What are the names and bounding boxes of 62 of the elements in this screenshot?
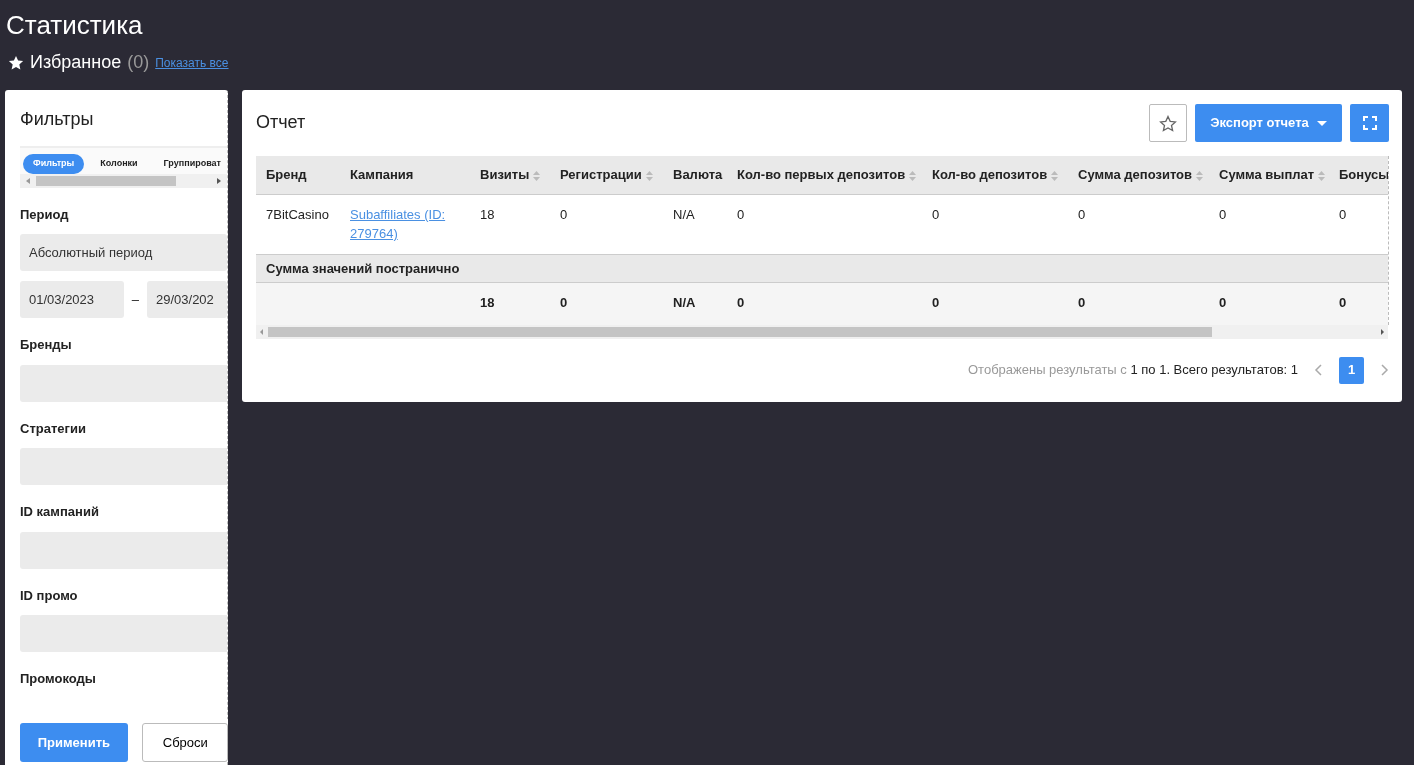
panel-title: Отчет	[256, 112, 306, 134]
total-cell: 18	[470, 282, 550, 325]
total-cell: 0	[727, 282, 922, 325]
period-select[interactable]: Абсолютный период	[20, 234, 227, 272]
column-header: Бонусы	[1339, 167, 1388, 183]
sort-icon[interactable]	[645, 170, 653, 181]
table-cell: 0	[1068, 194, 1209, 255]
sort-icon[interactable]	[1051, 170, 1059, 181]
field-label: ID промо	[20, 586, 79, 605]
results-summary: Отображены результаты с 1 по 1. Всего результатов: 1	[968, 361, 1298, 380]
next-page-button[interactable]	[1380, 364, 1389, 377]
table-cell: 0	[1329, 194, 1388, 255]
favorites-label: Избранное	[30, 51, 122, 75]
sort-icon[interactable]	[1196, 170, 1204, 181]
panel-title: Фильтры	[20, 108, 95, 132]
total-cell: 0	[1068, 282, 1209, 325]
reset-button[interactable]: Сброси	[141, 723, 228, 763]
filter-tab[interactable]: Группироват	[153, 154, 227, 174]
field-label: Период	[20, 205, 70, 224]
date-field[interactable]: 01/03/2023	[20, 281, 124, 319]
field-label: Бренды	[20, 336, 73, 355]
table-cell: N/A	[663, 194, 727, 255]
prev-page-button[interactable]	[1314, 364, 1323, 377]
table-cell: 0	[1209, 194, 1329, 255]
total-cell: 0	[1329, 282, 1388, 325]
star-icon	[1159, 114, 1177, 132]
fullscreen-button[interactable]	[1350, 104, 1389, 143]
input-field[interactable]	[20, 448, 227, 486]
total-cell: N/A	[663, 282, 727, 325]
field-label: ID кампаний	[20, 503, 100, 522]
table-cell: 0	[922, 194, 1068, 255]
range-dash: –	[131, 290, 139, 309]
sort-icon[interactable]	[909, 170, 917, 181]
caret-icon	[1316, 120, 1327, 126]
total-cell: 0	[922, 282, 1068, 325]
filter-tab[interactable]: Колонки	[90, 154, 148, 174]
table-cell: 7BitCasino	[256, 194, 340, 255]
field-label: Промокоды	[20, 670, 97, 689]
sort-icon[interactable]	[533, 170, 541, 181]
input-field[interactable]	[20, 364, 227, 402]
date-field[interactable]: 29/03/202	[147, 281, 227, 319]
column-header: Кампания	[350, 167, 414, 183]
column-header: Бренд	[266, 167, 307, 183]
show-all-link[interactable]: Показать все	[155, 53, 229, 72]
column-header: Валюта	[673, 167, 723, 183]
sort-icon[interactable]	[1318, 170, 1326, 181]
favorite-button[interactable]	[1149, 104, 1187, 143]
field-label: Стратегии	[20, 419, 87, 438]
total-cell: 0	[550, 282, 663, 325]
input-field[interactable]	[20, 531, 227, 569]
chevron-right-icon	[1380, 364, 1389, 377]
table-cell: 0	[727, 194, 922, 255]
table-cell: 18	[470, 194, 550, 255]
total-cell: 0	[1209, 282, 1329, 325]
fullscreen-icon	[1362, 116, 1377, 131]
subtotal-label: Сумма значений постранично	[256, 254, 1388, 283]
table-cell: 0	[550, 194, 663, 255]
chevron-left-icon	[1314, 364, 1323, 377]
input-field[interactable]	[20, 615, 227, 653]
page-title: Статистика	[6, 10, 144, 42]
favorites-count: (0)	[127, 51, 150, 75]
star-icon	[8, 54, 24, 71]
